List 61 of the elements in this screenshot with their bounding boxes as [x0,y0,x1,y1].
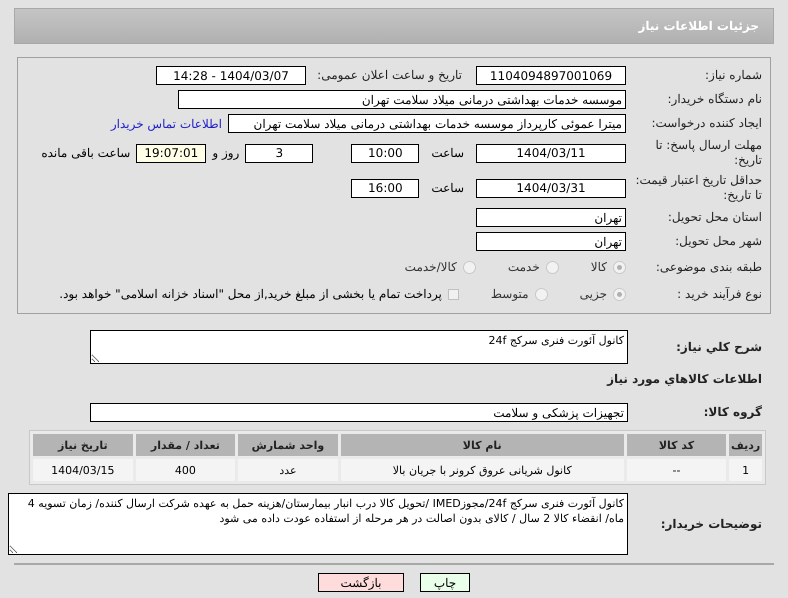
radio-button[interactable] [534,288,548,300]
buyer-notes-field[interactable]: کانول آئورت فنری سرکج 24f/مجوزIMED /تحویل کالا درب انبار بیمارستان/هزینه حمل به عهده شرکت ارسال کننده/ زمان تسویه 4 ماه/ انقضاء کالا 2 سال / کالای بدون اصالت در هر مرحله از استفاده عودت داده می شود [8,493,628,555]
checkbox[interactable] [448,288,459,300]
field-label: توضیحات خریدار: [660,516,762,532]
goods-group-field[interactable]: تجهیزات پزشکی و سلامت [90,403,628,422]
field-label: استان محل تحویل: [666,210,762,225]
table-cell: کانول شریانی عروق کرونر با جریان بالا [340,459,624,481]
table-cell: -- [626,459,726,481]
radio-button[interactable] [546,260,559,274]
remaining-time-field[interactable]: 19:07:01 [136,144,206,162]
field-label: ایجاد کننده درخواست: [650,116,762,131]
time-field[interactable]: 16:00 [351,178,420,198]
field-label: گروه کالا: [702,405,762,420]
option-label: کالا [590,260,607,274]
description-field[interactable]: کانول آئورت فنری سرکج 24f [90,330,628,364]
province-field[interactable]: تهران [476,208,626,227]
column-header: نام کالا [340,434,624,456]
field-label: طبقه بندی موضوعی: [654,260,762,274]
time-field[interactable]: 10:00 [351,144,420,162]
field-label: شهر محل تحویل: [674,234,762,249]
city-field[interactable]: تهران [476,232,626,251]
contact-link[interactable]: اطلاعات تماس خریدار [110,116,222,130]
announce-date-field[interactable]: 1404/03/07 - 14:28 [156,66,306,85]
option-label: متوسط [490,287,529,301]
days-label: روز و [212,146,240,160]
days-field[interactable]: 3 [245,144,314,162]
field-label: نوع فرآیند خرید : [676,286,762,302]
date-field[interactable]: 1404/03/31 [476,178,626,198]
column-header: ردیف [729,434,762,456]
field-label: حداقل تاریخ اعتبار قیمت: تا تاریخ: [634,173,762,203]
column-header: واحد شمارش [238,434,338,456]
buyer-field[interactable]: موسسه خدمات بهداشتی درمانی میلاد سلامت تهران [178,90,626,109]
field-label: شرح کلي نیاز: [675,339,762,355]
column-header: کد کالا [626,434,726,456]
field-label: مهلت ارسال پاسخ: تا تاریخ: [654,138,762,168]
date-field[interactable]: 1404/03/11 [476,144,626,162]
radio-button[interactable] [613,260,626,274]
field-label: نام دستگاه خریدار: [666,92,762,107]
table-cell: عدد [238,459,338,481]
table-cell: 1404/03/15 [33,459,133,481]
field-label: شماره نیاز: [704,68,762,83]
payment-note: پرداخت تمام یا بخشی از مبلغ خرید,از محل "اسناد خزانه اسلامی" خواهد بود. [59,287,442,301]
time-label: ساعت [431,181,464,195]
print-button[interactable]: چاپ [420,573,470,592]
remaining-label: ساعت باقی مانده [41,146,130,160]
table-cell: 400 [136,459,236,481]
section-title: اطلاعات کالاهاي مورد نیاز [606,372,762,387]
option-label: جزیی [580,287,607,301]
requester-field[interactable]: میترا عموئی کارپرداز موسسه خدمات بهداشتی درمانی میلاد سلامت تهران [228,114,626,133]
table-cell: 1 [729,459,762,481]
column-header: تعداد / مقدار [136,434,236,456]
radio-button[interactable] [613,288,626,300]
need-number-field[interactable]: 1104094897001069 [476,66,626,85]
option-label: خدمت [508,260,540,274]
option-label: کالا/خدمت [404,260,457,274]
time-label: ساعت [431,146,464,160]
page-title: جزئیات اطلاعات نیاز [638,19,759,33]
back-button[interactable]: بازگشت [318,573,404,592]
field-label: تاریخ و ساعت اعلان عمومی: [316,68,462,83]
radio-button[interactable] [462,260,476,274]
column-header: تاریخ نیاز [33,434,133,456]
